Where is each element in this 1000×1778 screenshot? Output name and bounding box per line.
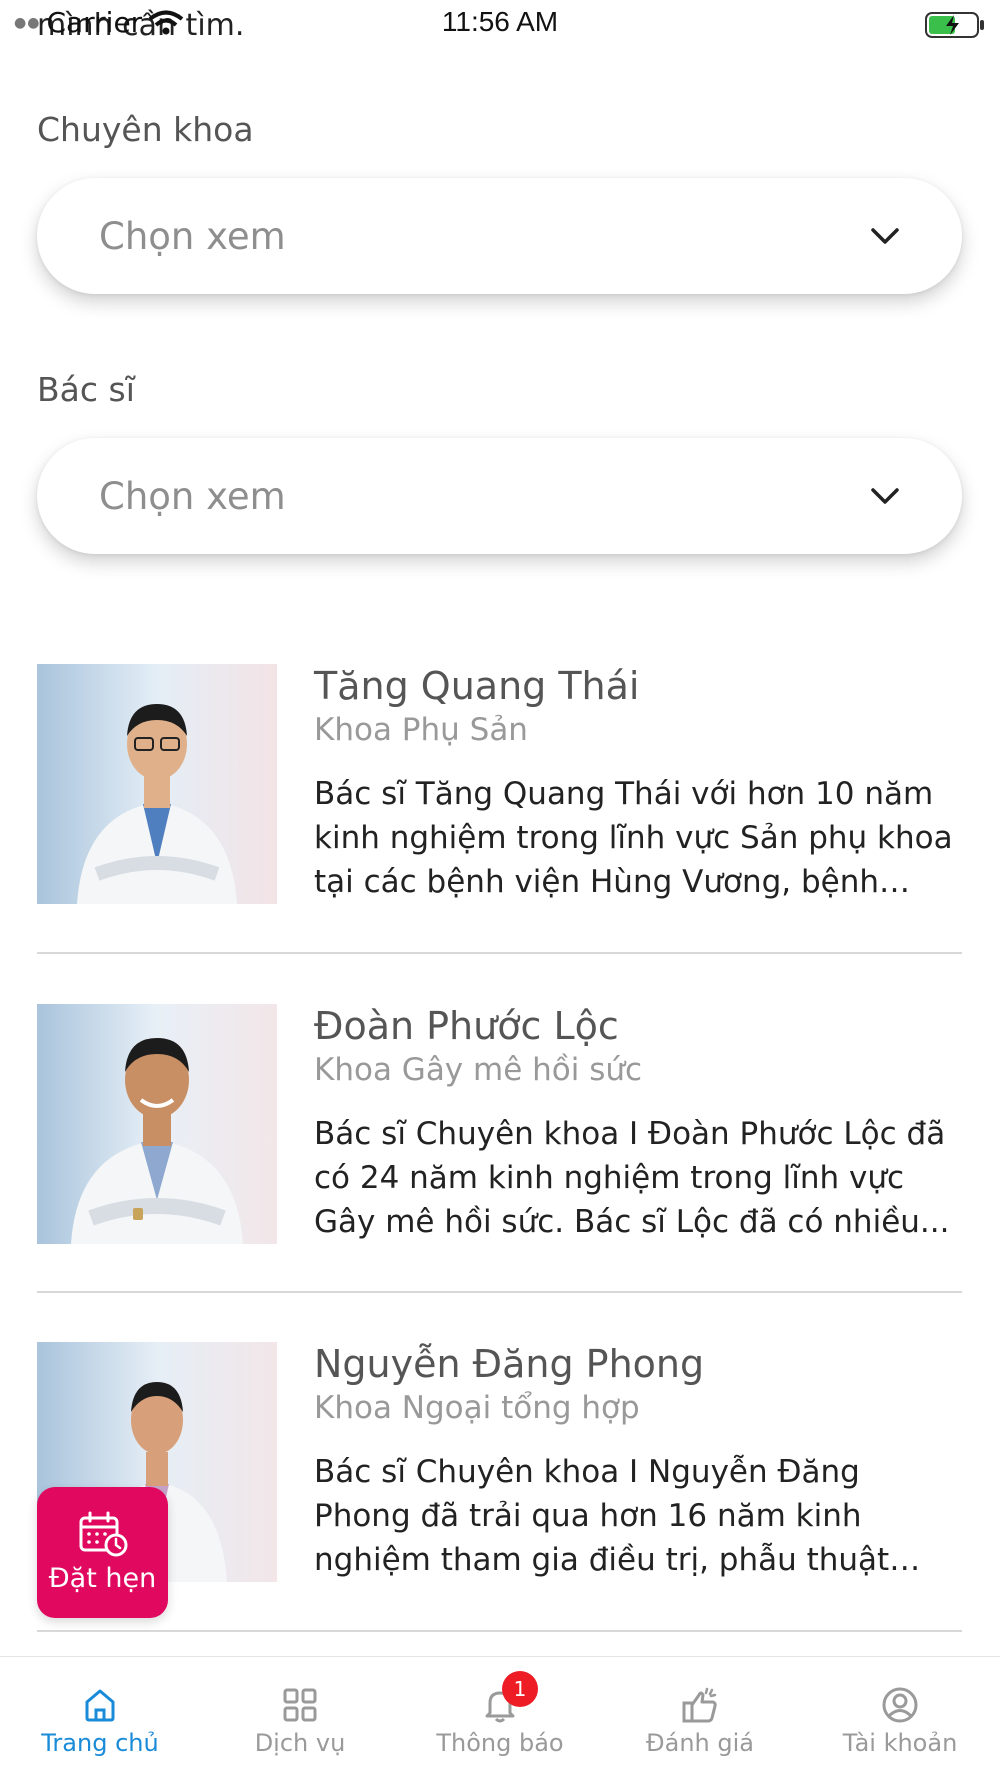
tab-label: Đánh giá xyxy=(646,1729,754,1757)
doctor-info: Đoàn Phước Lộc Khoa Gây mê hồi sức Bác s… xyxy=(314,1004,962,1244)
doctor-info: Nguyễn Đăng Phong Khoa Ngoại tổng hợp Bá… xyxy=(314,1342,962,1582)
doctor-photo xyxy=(37,664,277,904)
tab-account[interactable]: Tài khoản xyxy=(800,1657,1000,1778)
doctor-select-value: Chọn xem xyxy=(99,474,286,518)
tab-home[interactable]: Trang chủ xyxy=(0,1657,200,1778)
doctor-name: Nguyễn Đăng Phong xyxy=(314,1342,705,1386)
book-appointment-label: Đặt hẹn xyxy=(48,1563,157,1594)
doctor-name: Đoàn Phước Lộc xyxy=(314,1004,619,1048)
tab-label: Tài khoản xyxy=(842,1729,958,1757)
divider xyxy=(37,952,962,954)
doctor-label: Bác sĩ xyxy=(37,370,135,409)
doctor-search-screen: mình cần tìm. ●● Carrier 11:56 AM Chuyên… xyxy=(0,0,1000,1778)
book-appointment-button[interactable]: Đặt hẹn xyxy=(37,1487,168,1618)
doctor-select[interactable]: Chọn xem xyxy=(37,438,962,554)
user-circle-icon xyxy=(882,1687,918,1723)
tab-label: Dịch vụ xyxy=(254,1729,346,1757)
tab-notifications[interactable]: 1 Thông báo xyxy=(400,1657,600,1778)
doctor-description: Bác sĩ Tăng Quang Thái với hơn 10 năm ki… xyxy=(314,776,953,900)
doctor-card[interactable]: Nguyễn Đăng Phong Khoa Ngoại tổng hợp Bá… xyxy=(37,1342,962,1582)
tab-label: Trang chủ xyxy=(41,1729,159,1757)
thumbs-up-icon xyxy=(682,1687,717,1723)
tab-services[interactable]: Dịch vụ xyxy=(200,1657,400,1778)
doctor-description: Bác sĩ Chuyên khoa I Nguyễn Đăng Phong đ… xyxy=(314,1454,890,1578)
status-bar: mình cần tìm. ●● Carrier 11:56 AM xyxy=(0,0,1000,60)
tab-label: Thông báo xyxy=(436,1729,564,1757)
specialty-select-value: Chọn xem xyxy=(99,214,286,258)
notification-badge: 1 xyxy=(502,1671,538,1707)
doctor-description: Bác sĩ Chuyên khoa I Đoàn Phước Lộc đã c… xyxy=(314,1116,950,1240)
chevron-down-icon xyxy=(871,488,899,504)
doctor-department: Khoa Phụ Sản xyxy=(314,712,528,748)
doctor-photo xyxy=(37,1004,277,1244)
bottom-tab-bar: Trang chủ Dịch vụ 1 Thông báo Đánh giá T… xyxy=(0,1656,1000,1778)
battery-charging-icon xyxy=(925,12,984,38)
doctor-card[interactable]: Tăng Quang Thái Khoa Phụ Sản Bác sĩ Tăng… xyxy=(37,664,962,904)
calendar-clock-icon xyxy=(79,1511,127,1557)
doctor-department: Khoa Gây mê hồi sức xyxy=(314,1052,643,1088)
doctor-card[interactable]: Đoàn Phước Lộc Khoa Gây mê hồi sức Bác s… xyxy=(37,1004,962,1244)
chevron-down-icon xyxy=(871,228,899,244)
tab-reviews[interactable]: Đánh giá xyxy=(600,1657,800,1778)
status-time: 11:56 AM xyxy=(441,6,559,37)
doctor-name: Tăng Quang Thái xyxy=(314,664,640,708)
specialty-select[interactable]: Chọn xem xyxy=(37,178,962,294)
divider xyxy=(37,1291,962,1293)
doctor-info: Tăng Quang Thái Khoa Phụ Sản Bác sĩ Tăng… xyxy=(314,664,962,904)
grid-icon xyxy=(283,1688,317,1722)
doctor-department: Khoa Ngoại tổng hợp xyxy=(314,1390,640,1426)
specialty-label: Chuyên khoa xyxy=(37,110,254,149)
divider xyxy=(37,1630,962,1632)
home-icon xyxy=(85,1689,115,1722)
